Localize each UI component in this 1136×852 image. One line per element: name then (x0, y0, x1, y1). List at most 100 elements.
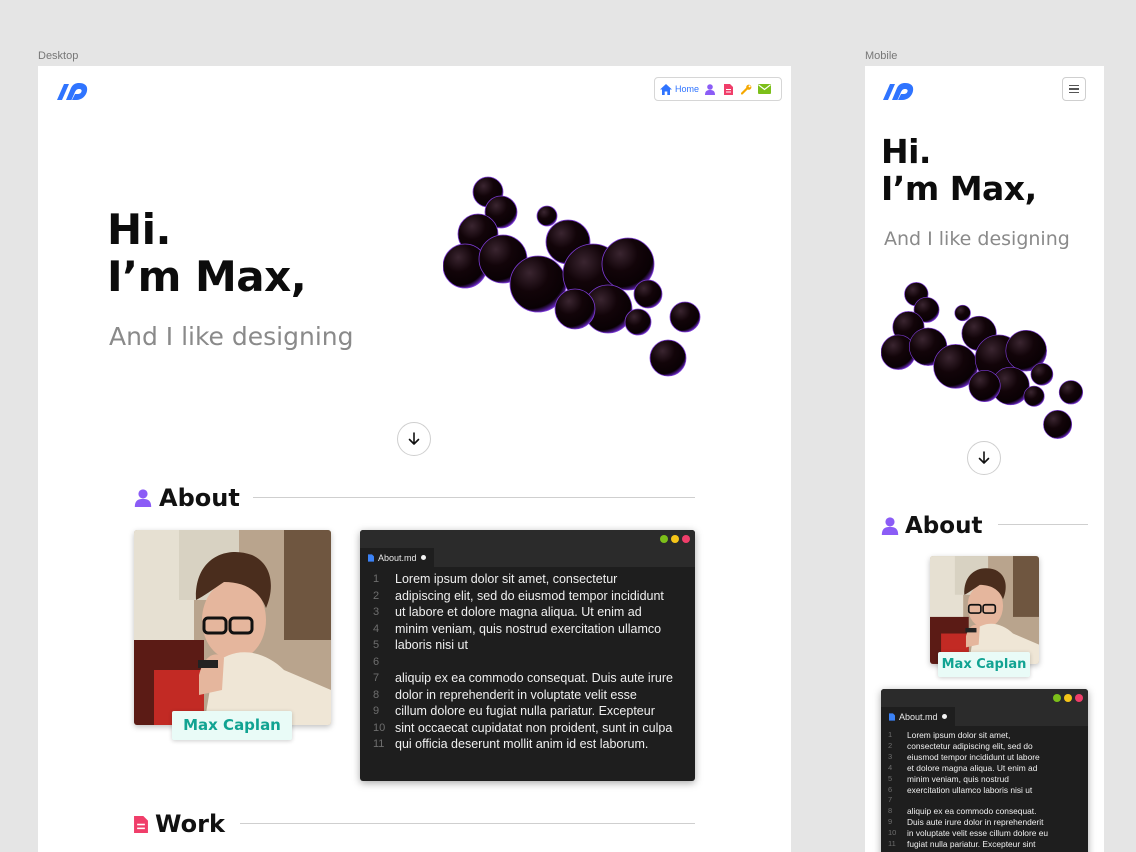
line-number: 4 (888, 762, 893, 772)
menu-button[interactable] (1062, 77, 1086, 101)
line-number: 8 (888, 806, 893, 816)
line-number: 7 (373, 672, 380, 684)
line-text: Lorem ipsum dolor sit amet, (907, 730, 1011, 740)
line-text: adipiscing elit, sed do eiusmod tempor i… (395, 588, 664, 603)
top-nav: Home (654, 77, 782, 101)
code-line: 1 Lorem ipsum dolor sit amet, (881, 730, 1088, 741)
mobile-frame-label: Mobile (865, 50, 898, 62)
hamburger-icon (1069, 84, 1079, 87)
editor-tab[interactable]: About.md (360, 548, 434, 567)
code-line: 3 eiusmod tempor incididunt ut labore (881, 752, 1088, 763)
line-text: in voluptate velit esse cillum dolore eu (907, 828, 1049, 839)
nav-item-work[interactable] (721, 82, 735, 96)
about-section-header: About (881, 513, 982, 539)
editor-titlebar (360, 530, 695, 548)
window-dot-yellow[interactable] (1064, 694, 1072, 702)
line-text: aliquip ex ea commodo consequat. (907, 806, 1037, 817)
nav-item-home[interactable]: Home (660, 83, 699, 95)
logo[interactable] (54, 81, 91, 106)
work-divider (240, 823, 695, 824)
code-line: 5 minim veniam, quis nostrud (881, 774, 1088, 785)
code-line: 4 minim veniam, quis nostrud exercitation… (360, 621, 695, 638)
user-icon (881, 517, 899, 535)
line-number: 5 (888, 773, 893, 783)
code-line: 7 (881, 795, 1088, 806)
bubbles-illustration (881, 282, 1084, 439)
editor-tab-filename: About.md (899, 711, 938, 722)
code-line: 11 qui officia deserunt mollit anim id es… (360, 736, 695, 753)
about-code-editor: About.md 1 Lorem ipsum dolor sit amet, co… (360, 530, 695, 781)
home-icon (660, 83, 672, 95)
line-number: 2 (888, 740, 893, 750)
window-dot-red[interactable] (1075, 694, 1083, 702)
code-line: 11 fugiat nulla pariatur. Excepteur sint (881, 839, 1088, 850)
logo-mark-icon (883, 83, 914, 100)
about-section-header: About (134, 484, 240, 512)
code-line: 10 in voluptate velit esse cillum dolore … (881, 828, 1088, 839)
window-dot-green[interactable] (660, 535, 668, 543)
window-dot-red[interactable] (682, 535, 690, 543)
line-number: 6 (373, 655, 380, 668)
line-number: 9 (373, 705, 380, 717)
mail-icon (757, 84, 771, 94)
wrench-icon (740, 84, 751, 95)
mobile-frame: Hi. I’m Max, And I like designing About (865, 66, 1104, 852)
line-text: Lorem ipsum dolor sit amet, consectetur (395, 572, 618, 586)
profile-photo (134, 530, 331, 725)
hero-greeting: Hi. I’m Max, (107, 206, 307, 300)
line-text: laboris nisi ut (395, 638, 468, 652)
line-text: sint occaecat cupidatat non proident, su… (395, 720, 673, 735)
logo-mark-icon (57, 83, 88, 100)
editor-content: 1 Lorem ipsum dolor sit amet, consectetur… (360, 567, 695, 753)
code-line: 3 ut labore et dolore magna aliqua. Ut en… (360, 604, 695, 621)
window-dot-green[interactable] (1053, 694, 1061, 702)
work-section-header: Work (134, 810, 225, 838)
code-line: 7 aliquip ex ea commodo consequat. Duis a… (360, 670, 695, 687)
editor-tab-filename: About.md (378, 552, 417, 563)
about-title: About (159, 484, 240, 512)
line-number: 1 (373, 573, 380, 585)
line-text: minim veniam, quis nostrud exercitation … (395, 621, 662, 636)
line-number: 6 (888, 784, 893, 794)
logo[interactable] (880, 81, 917, 106)
code-line: 4 et dolore magna aliqua. Ut enim ad (881, 763, 1088, 774)
code-line: 9 cillum dolore eu fugiat nulla pariatur.… (360, 703, 695, 720)
line-text: fugiat nulla pariatur. Excepteur sint (907, 839, 1036, 850)
line-number: 5 (373, 639, 380, 651)
file-icon (368, 553, 374, 562)
hero-line-hi: Hi. (881, 132, 931, 171)
file-icon (889, 712, 895, 721)
nav-item-skills[interactable] (739, 82, 753, 96)
scroll-down-button[interactable] (397, 422, 431, 456)
arrow-down-icon (978, 451, 990, 464)
line-text: Duis aute irure dolor in reprehenderit (907, 817, 1044, 828)
line-text: dolor in reprehenderit in voluptate veli… (395, 687, 637, 702)
editor-tab[interactable]: About.md (881, 707, 955, 726)
hero-greeting: Hi. I’m Max, (881, 132, 1037, 208)
line-number: 11 (888, 839, 896, 849)
window-dot-yellow[interactable] (671, 535, 679, 543)
line-text: consectetur adipiscing elit, sed do (907, 740, 1033, 751)
line-number: 11 (373, 738, 385, 750)
code-line: 8 aliquip ex ea commodo consequat. (881, 806, 1088, 817)
nav-item-contact[interactable] (757, 82, 771, 96)
scroll-down-button[interactable] (967, 441, 1001, 475)
nav-item-about[interactable] (703, 82, 717, 96)
line-text: ut labore et dolore magna aliqua. Ut eni… (395, 605, 642, 619)
about-code-editor: About.md 1 Lorem ipsum dolor sit amet, 2 co… (881, 689, 1088, 852)
work-title: Work (155, 810, 225, 838)
desktop-frame-label: Desktop (38, 50, 79, 62)
code-line: 2 adipiscing elit, sed do eiusmod tempor … (360, 588, 695, 605)
line-number: 10 (373, 721, 386, 734)
document-icon (134, 815, 148, 833)
profile-photo (930, 556, 1039, 664)
arrow-down-icon (408, 432, 420, 445)
line-number: 10 (888, 828, 897, 838)
line-text: aliquip ex ea commodo consequat. Duis au… (395, 671, 673, 685)
editor-titlebar (881, 689, 1088, 707)
code-line: 10 sint occaecat cupidatat non proident, … (360, 720, 695, 737)
hero-line-name: I’m Max, (881, 168, 1037, 208)
code-line: 6 (360, 654, 695, 671)
line-text: minim veniam, quis nostrud (907, 773, 1009, 784)
code-line: 8 dolor in reprehenderit in voluptate vel… (360, 687, 695, 704)
